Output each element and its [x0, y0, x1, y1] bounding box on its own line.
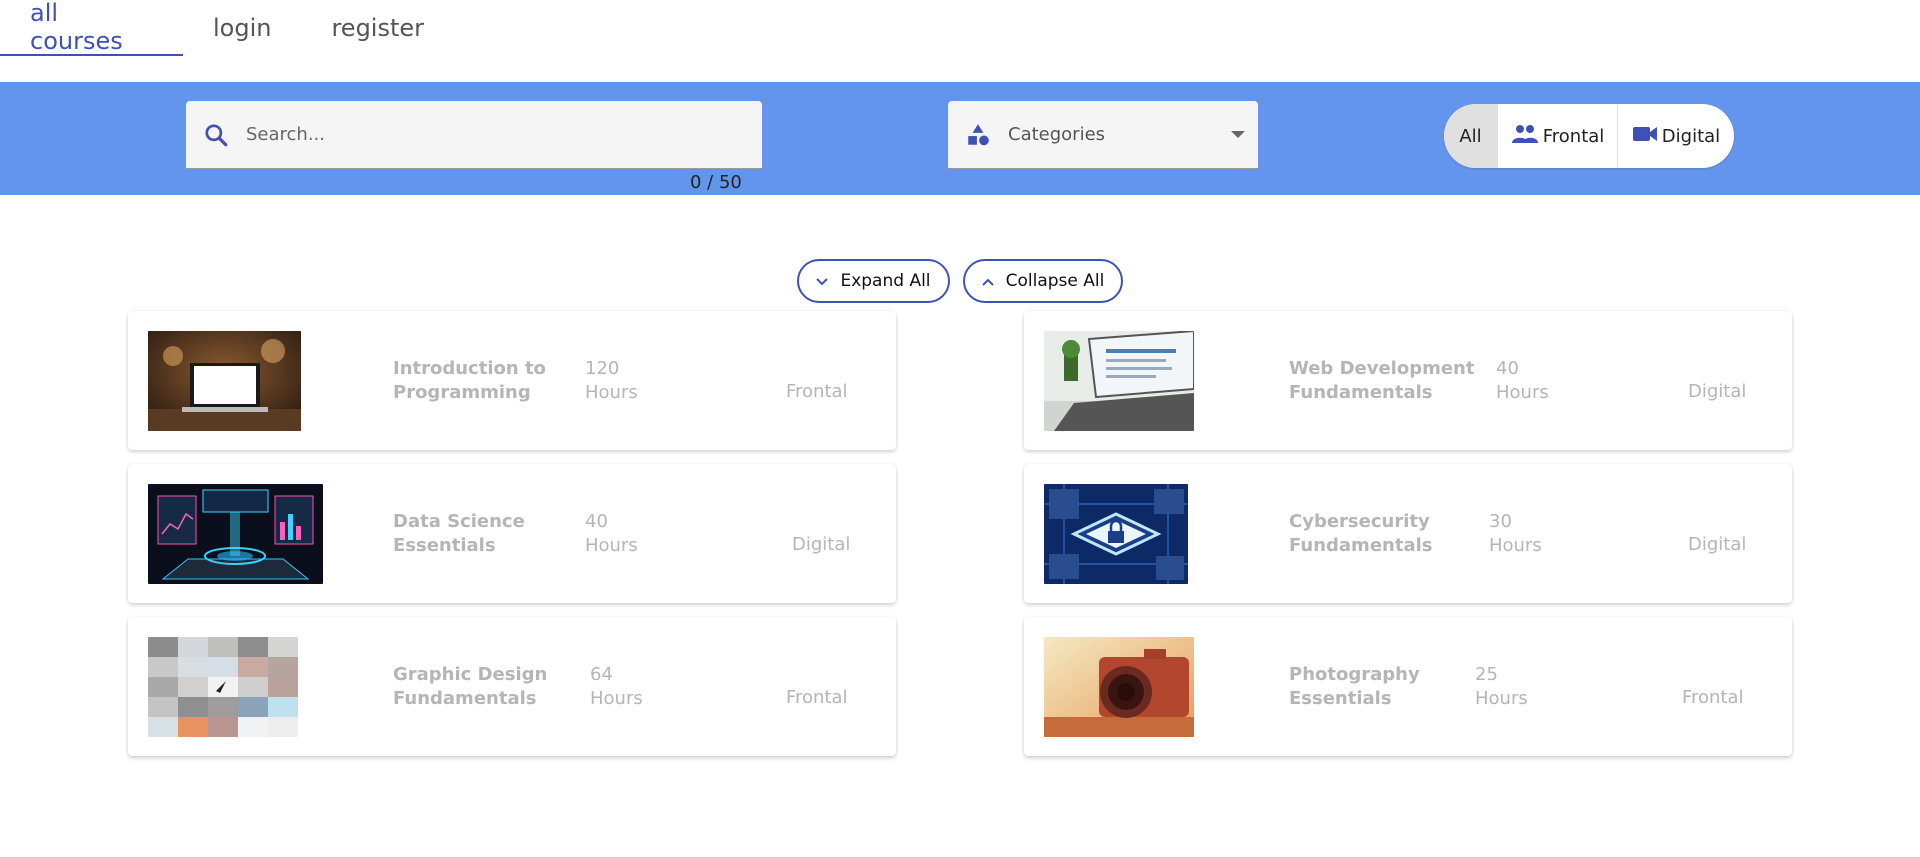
course-thumbnail [1044, 331, 1194, 431]
course-card[interactable]: Data Science Essentials 40 Hours Digital [128, 464, 896, 603]
toggle-digital-label: Digital [1661, 125, 1721, 147]
tab-login[interactable]: login [183, 0, 301, 56]
course-title: Introduction to Programming [393, 358, 546, 403]
collapse-all-label: Collapse All [1005, 271, 1105, 291]
category-shapes-icon [948, 122, 1008, 148]
collapse-all-button[interactable]: Collapse All [963, 259, 1123, 303]
course-mode: Digital [1688, 534, 1747, 555]
chevron-down-icon [816, 271, 829, 291]
delivery-mode-toggle: All Frontal Digital [1444, 104, 1734, 168]
categories-label: Categories [1008, 124, 1106, 145]
course-card[interactable]: Photography Essentials 25 Hours Frontal [1024, 617, 1792, 756]
toggle-all[interactable]: All [1444, 104, 1498, 168]
course-thumbnail [1044, 637, 1194, 737]
course-mode: Frontal [1682, 687, 1744, 708]
toggle-digital[interactable]: Digital [1618, 104, 1734, 168]
course-mode: Digital [1688, 381, 1747, 402]
course-hours: 30 Hours [1489, 511, 1542, 556]
course-hours: 25 Hours [1475, 664, 1528, 709]
toggle-frontal[interactable]: Frontal [1498, 104, 1618, 168]
course-thumbnail [148, 484, 323, 584]
course-title: Web Development Fundamentals [1289, 358, 1475, 403]
filter-bar: 0 / 50 Categories All Frontal Digital [0, 82, 1920, 195]
course-mode: Frontal [786, 687, 848, 708]
course-mode: Frontal [786, 381, 848, 402]
search-field[interactable] [186, 101, 762, 169]
course-hours: 120 Hours [585, 358, 638, 403]
search-char-counter: 0 / 50 [690, 172, 742, 193]
videocam-icon [1632, 125, 1658, 148]
course-thumbnail [148, 637, 298, 737]
toggle-frontal-label: Frontal [1542, 125, 1605, 147]
course-hours: 64 Hours [590, 664, 643, 709]
course-title: Photography Essentials [1289, 664, 1420, 709]
search-input[interactable] [246, 124, 726, 145]
top-nav: all courses login register [0, 0, 454, 56]
people-icon [1511, 124, 1539, 149]
tab-all-courses[interactable]: all courses [0, 0, 183, 56]
chevron-up-icon [981, 271, 994, 291]
toggle-all-label: All [1459, 125, 1482, 147]
course-hours: 40 Hours [585, 511, 638, 556]
course-card[interactable]: Web Development Fundamentals 40 Hours Digi… [1024, 311, 1792, 450]
course-title: Data Science Essentials [393, 511, 525, 556]
tab-register[interactable]: register [301, 0, 454, 56]
course-thumbnail [148, 331, 301, 431]
course-card[interactable]: Introduction to Programming 120 Hours Fron… [128, 311, 896, 450]
expand-all-label: Expand All [840, 271, 931, 291]
course-hours: 40 Hours [1496, 358, 1549, 403]
categories-select[interactable]: Categories [948, 101, 1258, 169]
chevron-down-icon [1218, 130, 1258, 139]
course-mode: Digital [792, 534, 851, 555]
course-title: Graphic Design Fundamentals [393, 664, 548, 709]
expand-all-button[interactable]: Expand All [797, 259, 950, 303]
course-thumbnail [1044, 484, 1188, 584]
course-title: Cybersecurity Fundamentals [1289, 511, 1433, 556]
course-card[interactable]: Cybersecurity Fundamentals 30 Hours Digita… [1024, 464, 1792, 603]
search-icon [186, 122, 246, 148]
course-card[interactable]: Graphic Design Fundamentals 64 Hours Front… [128, 617, 896, 756]
